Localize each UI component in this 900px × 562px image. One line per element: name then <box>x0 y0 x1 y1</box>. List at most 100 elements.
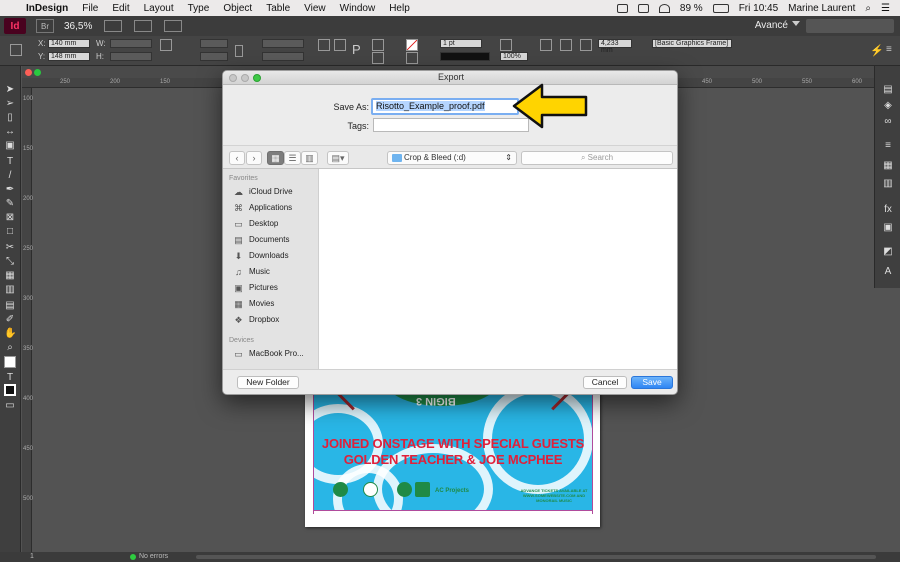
stroke-type-field[interactable] <box>440 52 490 61</box>
poster-artwork[interactable]: BIGIN 3 JOINED ONSTAGE WITH SPECIAL GUES… <box>313 394 593 510</box>
effects-panel-icon[interactable]: fx <box>882 204 894 215</box>
stroke-swatch-icon[interactable] <box>406 52 418 64</box>
scale-y-field[interactable] <box>200 52 228 61</box>
shear-field[interactable] <box>262 52 304 61</box>
stroke-weight-field[interactable]: 1 pt <box>440 39 482 48</box>
selection-tool-icon[interactable]: ➤ <box>4 84 16 96</box>
character-styles-panel-icon[interactable]: A <box>882 266 894 277</box>
scale-x-field[interactable] <box>200 39 228 48</box>
direct-selection-tool-icon[interactable]: ➢ <box>4 98 16 110</box>
menu-help[interactable]: Help <box>389 3 410 14</box>
x-field[interactable]: 140 mm <box>48 39 90 48</box>
reference-point-icon[interactable] <box>10 44 22 56</box>
screen-mode-icon[interactable] <box>134 20 153 32</box>
menu-type[interactable]: Type <box>188 3 210 14</box>
measure-field[interactable]: 4,233 mm <box>598 39 632 54</box>
notification-center-icon[interactable]: ☰ <box>881 3 890 14</box>
select-container-icon[interactable] <box>372 39 384 51</box>
h-field[interactable] <box>110 52 152 61</box>
sidebar-item-movies[interactable]: ▦ Movies <box>233 298 317 310</box>
text-wrap-icon[interactable] <box>540 39 552 51</box>
select-content-icon[interactable] <box>372 52 384 64</box>
forward-button[interactable]: › <box>246 151 262 165</box>
pencil-tool-icon[interactable]: ✎ <box>4 198 16 210</box>
menu-file[interactable]: File <box>82 3 98 14</box>
new-folder-button[interactable]: New Folder <box>237 376 299 389</box>
sidebar-item-dropbox[interactable]: ❖ Dropbox <box>233 314 317 326</box>
swatches-panel-icon[interactable]: ▦ <box>882 160 894 171</box>
zoom-tool-icon[interactable]: ⌕ <box>4 342 16 354</box>
links-panel-icon[interactable]: ∞ <box>882 116 894 127</box>
opacity-field[interactable]: 100% <box>500 52 528 61</box>
menu-object[interactable]: Object <box>223 3 252 14</box>
sidebar-item-music[interactable]: ♫ Music <box>233 266 317 278</box>
layers-panel-icon[interactable]: ◈ <box>882 100 894 111</box>
monitor-tray-icon[interactable] <box>637 3 649 13</box>
workspace-switcher[interactable]: Avancé <box>755 20 788 31</box>
rotation-field[interactable] <box>262 39 304 48</box>
text-wrap-panel-icon[interactable]: ▣ <box>882 222 894 233</box>
gradient-feather-tool-icon[interactable]: ▥ <box>4 284 16 296</box>
tags-input[interactable] <box>373 118 529 132</box>
back-button[interactable]: ‹ <box>229 151 245 165</box>
group-button[interactable]: ▤▾ <box>327 151 349 165</box>
gap-tool-icon[interactable]: ↔ <box>4 126 16 138</box>
rotate-icon[interactable] <box>318 39 330 51</box>
fill-stroke-icon[interactable] <box>4 356 16 368</box>
vertical-ruler[interactable]: 100 150 200 250 300 350 400 450 500 <box>22 88 33 552</box>
y-field[interactable]: 148 mm <box>48 52 90 61</box>
pen-tool-icon[interactable]: ✒ <box>4 184 16 196</box>
type-tool-icon[interactable]: T <box>4 156 16 168</box>
flip-icon[interactable] <box>334 39 346 51</box>
zoom-window-icon[interactable] <box>34 69 41 76</box>
preflight-status-text[interactable]: No errors <box>139 553 168 560</box>
content-collector-icon[interactable]: ▣ <box>4 140 16 152</box>
close-window-icon[interactable] <box>25 69 32 76</box>
gradient-swatch-tool-icon[interactable]: ▦ <box>4 270 16 282</box>
clock[interactable]: Fri 10:45 <box>739 3 778 14</box>
align-icon[interactable] <box>580 39 592 51</box>
app-menu[interactable]: InDesign <box>26 3 68 14</box>
battery-percent[interactable]: 89 % <box>680 3 703 14</box>
sidebar-item-macbook-pro[interactable]: ▭ MacBook Pro... <box>233 348 317 360</box>
user-name[interactable]: Marine Laurent <box>788 3 855 14</box>
menu-view[interactable]: View <box>304 3 326 14</box>
w-field[interactable] <box>110 39 152 48</box>
fitting-icon[interactable] <box>560 39 572 51</box>
icon-view-button[interactable]: ▦ <box>267 151 284 165</box>
horizontal-scrollbar[interactable] <box>196 555 876 559</box>
sidebar-item-desktop[interactable]: ▭ Desktop <box>233 218 317 230</box>
gradient-panel-icon[interactable]: ▥ <box>882 178 894 189</box>
dropbox-tray-icon[interactable] <box>616 3 628 13</box>
wifi-icon[interactable] <box>658 3 670 13</box>
scissors-tool-icon[interactable]: ✂ <box>4 242 16 254</box>
panel-menu-icon[interactable]: ≡ <box>886 44 898 56</box>
view-options-icon[interactable] <box>104 20 123 32</box>
effects-icon[interactable] <box>500 39 512 51</box>
bridge-button[interactable]: Br <box>36 19 54 33</box>
stock-search-field[interactable] <box>806 19 894 33</box>
menu-window[interactable]: Window <box>340 3 376 14</box>
stroke-panel-icon[interactable]: ≡ <box>882 140 894 151</box>
document-page[interactable]: BIGIN 3 JOINED ONSTAGE WITH SPECIAL GUES… <box>305 392 600 527</box>
save-button[interactable]: Save <box>631 376 673 389</box>
quick-apply-icon[interactable]: ⚡ <box>870 44 884 57</box>
rectangle-frame-tool-icon[interactable]: ⊠ <box>4 212 16 224</box>
cancel-button[interactable]: Cancel <box>583 376 627 389</box>
p-glyph-icon[interactable]: P <box>352 42 361 57</box>
arrange-documents-icon[interactable] <box>164 20 183 32</box>
list-view-button[interactable]: ☰ <box>284 151 301 165</box>
menu-table[interactable]: Table <box>266 3 290 14</box>
zoom-level[interactable]: 36,5% <box>64 21 92 32</box>
page-number-field[interactable]: 1 <box>30 553 34 560</box>
frame-style-field[interactable]: [Basic Graphics Frame] <box>652 39 732 48</box>
save-as-input[interactable]: Risotto_Example_proof.pdf <box>371 98 519 115</box>
column-view-button[interactable]: ▥ <box>301 151 318 165</box>
fill-swatch-icon[interactable] <box>406 39 418 51</box>
spotlight-icon[interactable]: ⌕ <box>865 3 871 14</box>
search-input[interactable]: ⌕ Search <box>521 151 673 165</box>
scale-icon[interactable] <box>160 39 172 51</box>
constrain-icon[interactable] <box>235 45 243 57</box>
sidebar-item-icloud-drive[interactable]: ☁ iCloud Drive <box>233 186 317 198</box>
rectangle-tool-icon[interactable]: □ <box>4 226 16 238</box>
